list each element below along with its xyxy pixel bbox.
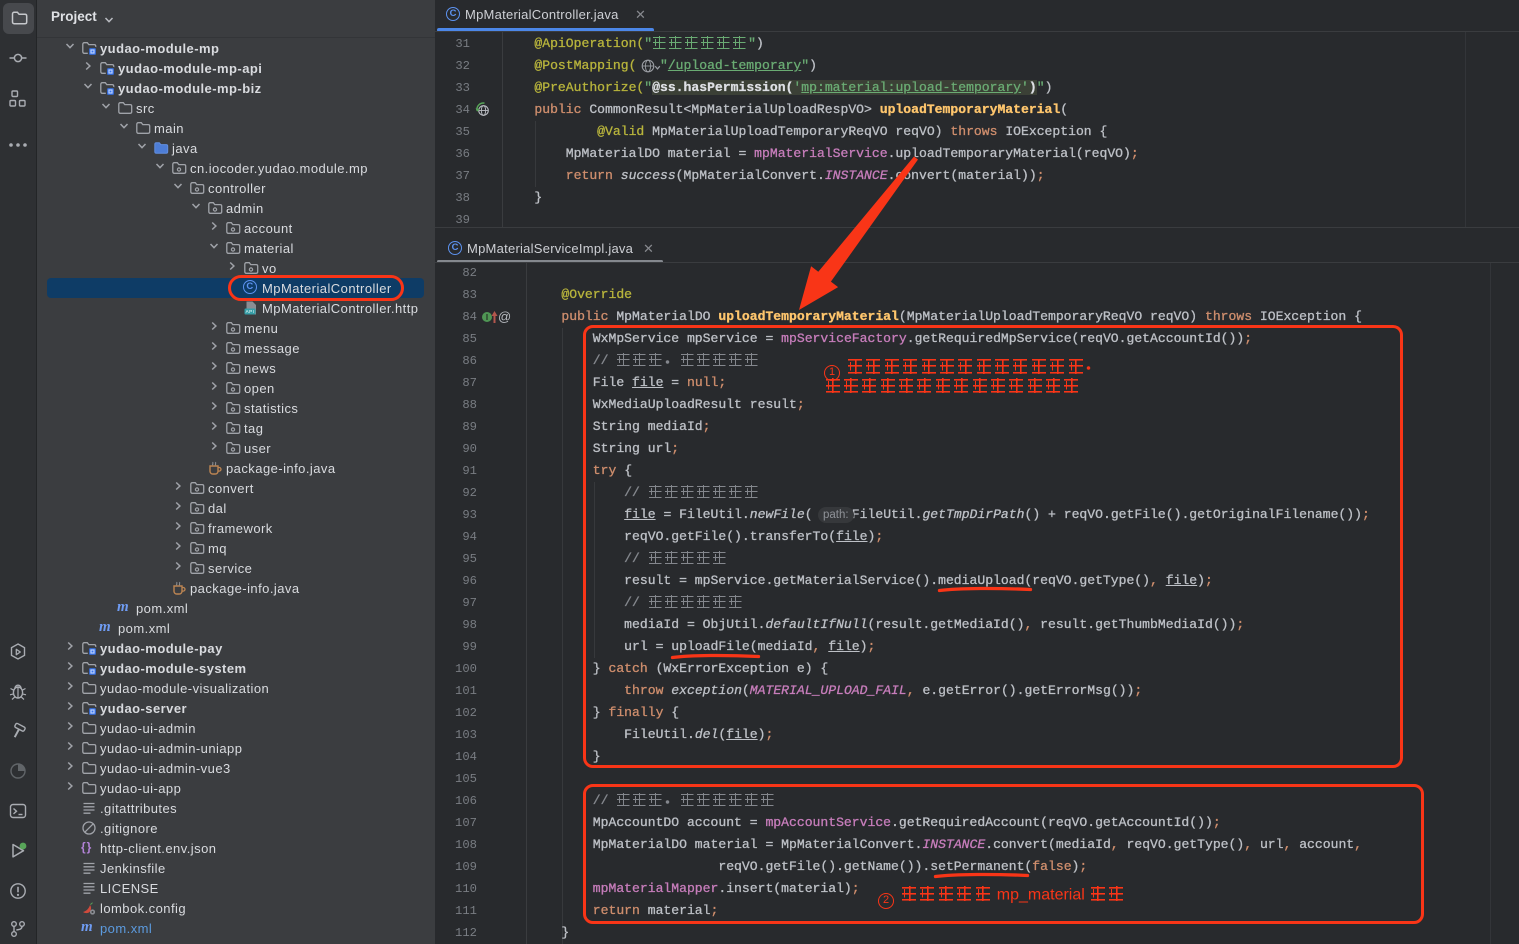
svg-text:I: I [486, 313, 488, 322]
svg-text:API: API [246, 309, 255, 314]
